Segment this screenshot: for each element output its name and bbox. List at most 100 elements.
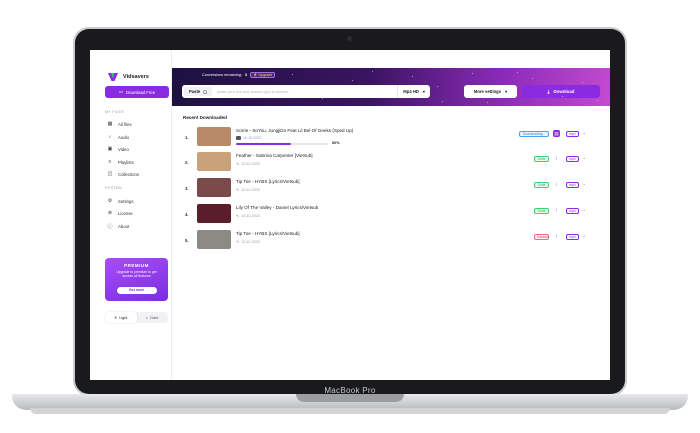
video-thumbnail[interactable] [197,178,231,197]
video-file-icon [236,136,241,140]
quality-select[interactable]: Mp4 HD ▾ [397,85,430,98]
item-number: 4. [185,212,189,217]
quality-value: Mp4 HD [403,89,419,94]
format-badge: mp4 [566,234,579,240]
item-meta: ∿ 10-10-2023 [236,239,260,244]
sparkle-decoration [502,88,503,89]
audio-wave-icon[interactable]: ⦚ [553,233,560,240]
file-icon[interactable]: ▤ [553,130,560,137]
sidebar-item-label: Collections [118,171,140,177]
arrow-right-icon[interactable]: → [581,233,586,239]
sidebar-item-label: Video [118,146,129,152]
conversions-count: 3 [244,73,248,77]
collections-icon: ◫ [107,171,113,177]
chevron-down-icon: ▾ [505,89,508,94]
moon-icon: ◐ [146,315,149,320]
arrow-right-icon[interactable]: → [581,181,586,187]
sidebar-item-label: Audio [118,134,129,140]
list-item[interactable]: 1. Sorrie - SoYou, JungjiDo Feat Lil Bel … [185,127,595,149]
item-meta: ∿ 10-10-2023 [236,213,260,218]
sparkle-decoration [412,76,413,77]
sparkle-decoration [532,78,533,79]
device-brand-label: MacBook Pro [324,386,376,395]
sparkle-decoration [487,102,488,103]
video-thumbnail[interactable] [197,152,231,171]
paste-button[interactable]: Paste ▢ [184,87,213,96]
item-title: Tip Toe - HYBS [Lyrics/Vietsub] [236,179,300,184]
license-icon: ⊕ [107,210,113,216]
more-settings-button[interactable]: More settings ▾ [464,85,517,98]
sidebar-item-all-files[interactable]: ▦ All files [107,121,132,127]
sparkle-decoration [437,86,438,87]
sidebar-item-audio[interactable]: ♪ Audio [107,134,129,140]
list-item[interactable]: 2. Feather - Sabrina Carpenter [Vietsub] ∿… [185,152,595,174]
format-badge: mp4 [566,156,579,162]
video-thumbnail[interactable] [197,204,231,223]
conversions-remaining: Conversions remaining: 3 ⚡ Upgrade [202,72,276,78]
paste-label: Paste [189,89,201,94]
bolt-icon: ⚡ [253,73,258,77]
sidebar-item-label: Playlists [118,159,134,165]
monitor-icon: ▭ [118,89,123,94]
item-number: 2. [185,160,189,165]
laptop-notch [296,394,404,402]
download-free-button[interactable]: ▭ Download Free [105,86,169,98]
get-now-button[interactable]: Get now! [116,287,157,295]
list-item[interactable]: 3. Tip Toe - HYBS [Lyrics/Vietsub] ∿ 10-10-… [185,178,595,200]
download-icon: ⤓ [547,89,550,94]
link-input[interactable]: paste your link and choose type to conve… [217,90,397,94]
item-number: 1. [185,135,189,140]
list-item[interactable]: 4. Lily Of The Valley - Daniel Lyrics/Vie… [185,204,595,226]
format-badge: mp4 [566,131,579,137]
download-free-label: Download Free [125,89,156,95]
item-date: 10-10-2023 [241,161,260,166]
item-title: Tip Toe - HYBS [Lyrics/Vietsub] [236,231,300,236]
status-badge: Done [534,208,549,214]
chevron-down-icon: ▾ [422,89,425,94]
playlist-icon: ≡ [108,159,112,165]
item-meta: ∿ 10-10-2023 [236,187,260,192]
arrow-right-icon[interactable]: → [581,130,586,136]
theme-light-option[interactable]: ✳ Light [105,312,137,323]
sparkle-decoration [352,80,353,81]
sparkle-decoration [562,96,563,97]
grid-icon: ▦ [107,121,113,127]
item-date: 10-10-2023 [241,213,260,218]
download-label: Download [553,89,575,94]
audio-wave-icon[interactable]: ⦚ [553,155,560,162]
sparkle-decoration [442,101,443,102]
clipboard-icon: ▢ [203,89,208,94]
sidebar-item-video[interactable]: ▣ Video [107,146,129,152]
progress-fill [236,143,292,145]
sidebar-item-collections[interactable]: ◫ Collections [107,171,139,177]
theme-dark-label: Dark [150,315,159,320]
arrow-right-icon[interactable]: → [581,155,586,161]
sidebar-item-about[interactable]: ⓘ About [107,223,129,230]
download-button[interactable]: ⤓ Download [522,85,600,98]
item-date: 10-10-2023 [243,136,262,140]
sparkle-decoration [582,82,583,83]
video-icon: ▣ [107,146,113,152]
sparkle-decoration [472,73,473,74]
item-title: Feather - Sabrina Carpenter [Vietsub] [236,153,313,158]
upgrade-button[interactable]: ⚡ Upgrade [250,72,276,78]
audio-wave-icon[interactable]: ⦚ [553,181,560,188]
audio-wave-icon[interactable]: ⦚ [553,207,560,214]
item-number: 5. [185,238,189,243]
audio-wave-icon: ∿ [236,239,240,244]
sparkle-decoration [322,98,323,99]
arrow-right-icon[interactable]: → [581,207,586,213]
upgrade-label: Upgrade [258,73,273,77]
list-item[interactable]: 5. Tip Toe - HYBS [Lyrics/Vietsub] ∿ 10-10-… [185,230,595,252]
video-thumbnail[interactable] [197,127,231,146]
progress-label: 60% [332,141,340,145]
sidebar-item-playlists[interactable]: ≡ Playlists [107,159,134,165]
theme-dark-option[interactable]: ◐ Dark [137,312,169,323]
item-meta: 10-10-2023 [236,136,261,140]
status-badge: Done [534,156,549,162]
sidebar-item-license[interactable]: ⊕ License [107,210,133,216]
sidebar-item-settings[interactable]: ⚙ Settings [107,198,134,204]
logo-icon [108,73,118,81]
audio-wave-icon: ∿ [236,213,240,218]
video-thumbnail[interactable] [197,230,231,249]
